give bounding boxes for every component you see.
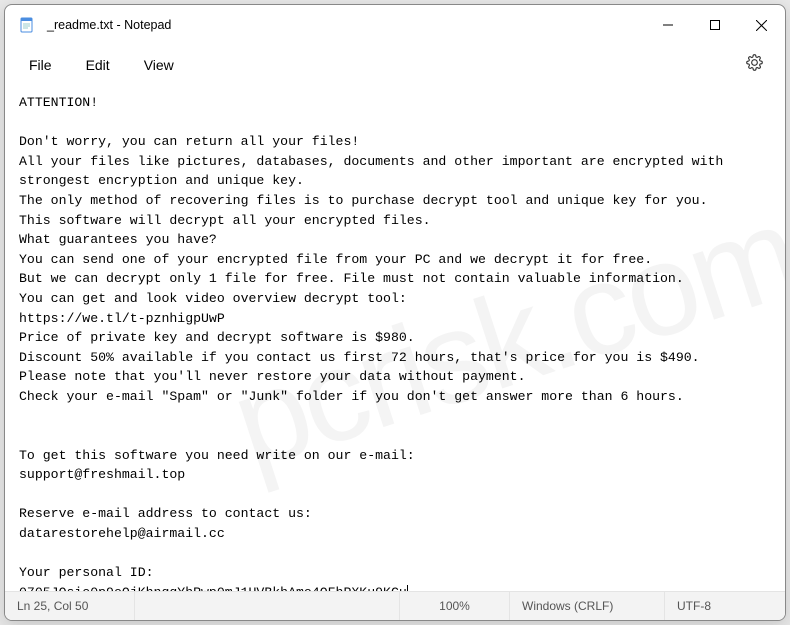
text-area[interactable]: ATTENTION! Don't worry, you can return a…	[5, 85, 785, 591]
maximize-button[interactable]	[691, 5, 738, 45]
status-zoom[interactable]: 100%	[400, 592, 510, 620]
minimize-button[interactable]	[644, 5, 691, 45]
status-spacer	[135, 592, 400, 620]
menu-file[interactable]: File	[15, 51, 66, 79]
menubar: File Edit View	[5, 45, 785, 85]
menu-edit[interactable]: Edit	[72, 51, 124, 79]
text-caret	[407, 585, 408, 591]
notepad-icon	[19, 17, 35, 33]
notepad-window: _readme.txt - Notepad File Edit View ATT…	[4, 4, 786, 621]
status-position: Ln 25, Col 50	[5, 592, 135, 620]
close-button[interactable]	[738, 5, 785, 45]
window-controls	[644, 5, 785, 45]
menu-view[interactable]: View	[130, 51, 188, 79]
status-encoding: UTF-8	[665, 592, 785, 620]
titlebar[interactable]: _readme.txt - Notepad	[5, 5, 785, 45]
document-text: ATTENTION! Don't worry, you can return a…	[19, 95, 731, 591]
status-eol: Windows (CRLF)	[510, 592, 665, 620]
gear-icon	[746, 54, 763, 71]
statusbar: Ln 25, Col 50 100% Windows (CRLF) UTF-8	[5, 591, 785, 620]
window-title: _readme.txt - Notepad	[47, 18, 171, 32]
settings-button[interactable]	[734, 48, 775, 82]
